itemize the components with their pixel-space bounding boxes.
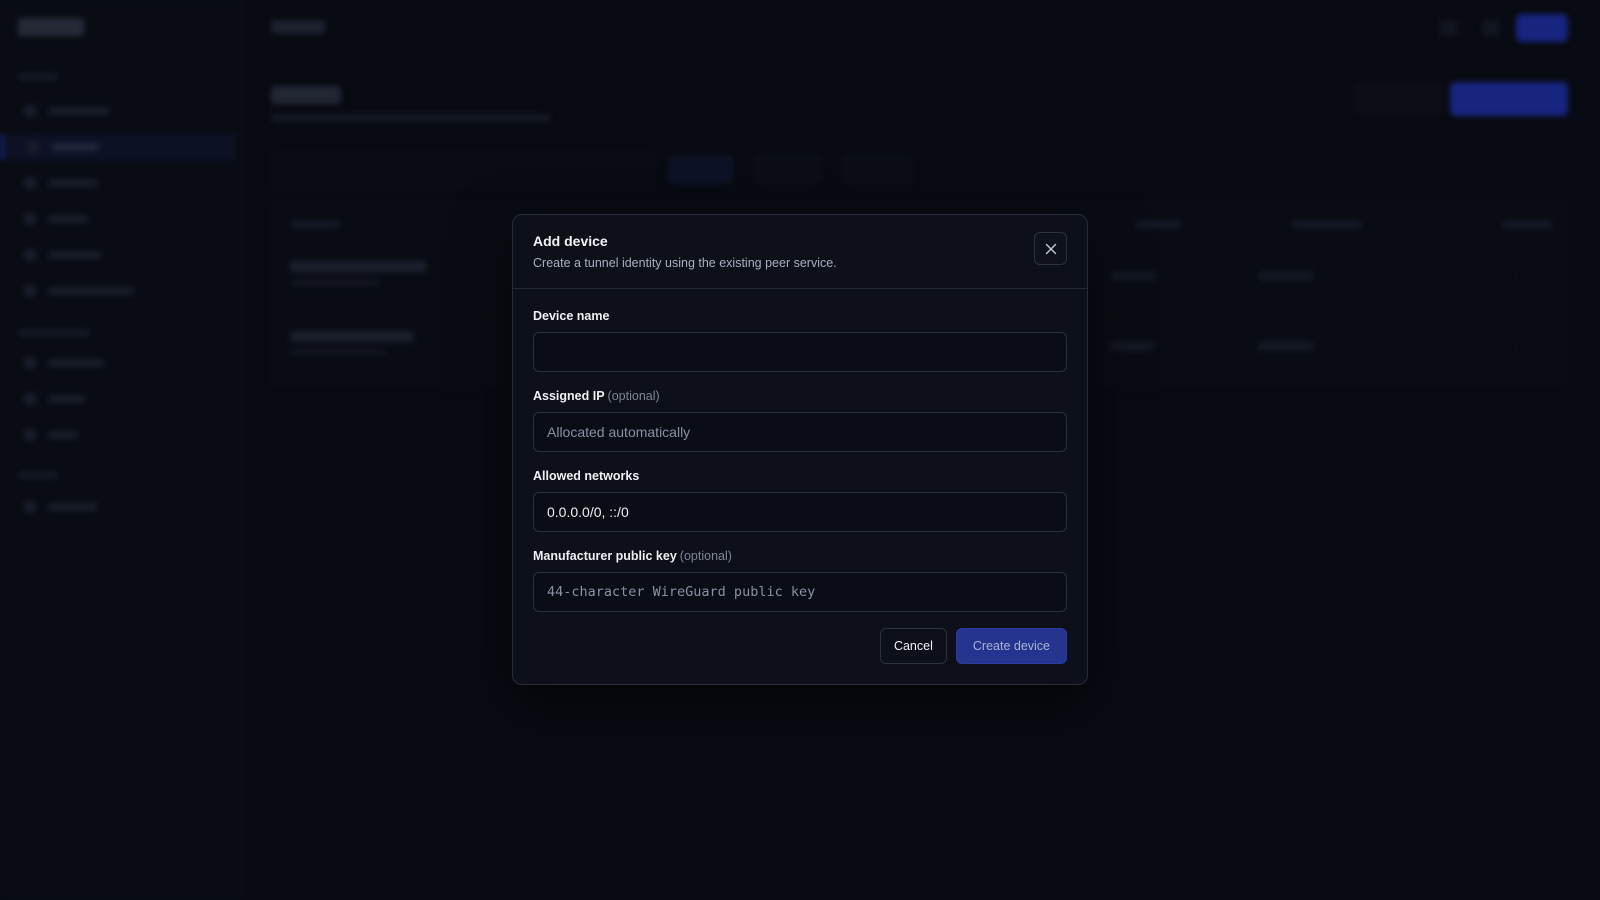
device-name-field: Device name <box>533 309 1067 372</box>
public-key-field: Manufacturer public key (optional) <box>533 549 1067 612</box>
close-icon <box>1045 243 1056 254</box>
cancel-button[interactable]: Cancel <box>879 628 947 664</box>
public-key-label: Manufacturer public key (optional) <box>533 549 732 563</box>
allowed-networks-input[interactable] <box>533 492 1067 532</box>
device-name-input[interactable] <box>533 332 1067 372</box>
create-device-button[interactable]: Create device <box>955 628 1067 664</box>
assigned-ip-label: Assigned IP (optional) <box>533 389 660 403</box>
dialog-actions: Cancel Create device <box>879 628 1067 664</box>
dialog-description: Create a tunnel identity using the exist… <box>533 256 837 270</box>
public-key-input[interactable] <box>533 572 1067 612</box>
add-device-dialog: Add device Create a tunnel identity usin… <box>512 214 1088 685</box>
dialog-body: Device name Assigned IP(optional) Allowe… <box>513 289 1087 612</box>
dialog-title: Add device <box>533 233 608 249</box>
optional-hint: (optional) <box>607 389 660 403</box>
assigned-ip-field: Assigned IP (optional) <box>533 389 1067 452</box>
dialog-header: Add device Create a tunnel identity usin… <box>513 215 1087 289</box>
allowed-networks-label: Allowed networks <box>533 469 640 483</box>
optional-hint: (optional) <box>679 549 732 563</box>
assigned-ip-input[interactable] <box>533 412 1067 452</box>
close-button[interactable] <box>1034 232 1067 265</box>
allowed-networks-field: Allowed networks <box>533 469 1067 532</box>
device-name-label: Device name <box>533 309 610 323</box>
